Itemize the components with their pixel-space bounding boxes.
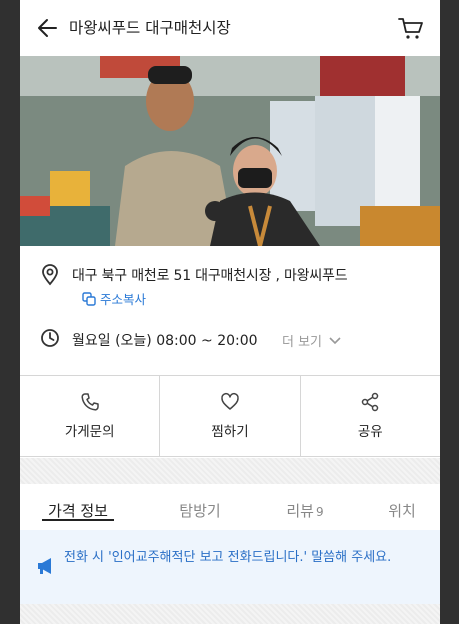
tab-visit-reviews-label: 탐방기 <box>179 502 221 520</box>
call-notice-text: 전화 시 '인어교주해적단 보고 전화드립니다.' 말씀해 주세요. <box>64 550 392 565</box>
megaphone-icon <box>38 558 51 574</box>
tab-location[interactable]: 위치 <box>382 486 422 521</box>
business-hours: 월요일 (오늘) 08:00 ~ 20:00 <box>72 333 258 349</box>
call-notice-banner: 전화 시 '인어교주해적단 보고 전화드립니다.' 말씀해 주세요. <box>20 530 440 604</box>
share-label: 공유 <box>357 424 383 440</box>
section-divider <box>20 458 440 484</box>
store-address: 대구 북구 매천로 51 대구매천시장 , 마왕씨푸드 <box>72 268 348 284</box>
share-button[interactable]: 공유 <box>301 376 440 456</box>
tab-price-info-label: 가격 정보 <box>48 502 108 520</box>
page-title: 마왕씨푸드 대구매천시장 <box>69 19 231 37</box>
bottom-divider <box>20 604 440 624</box>
more-hours-label: 더 보기 <box>282 335 323 350</box>
heart-icon <box>221 393 239 410</box>
favorite-label: 찜하기 <box>211 424 249 440</box>
tab-reviews-count: 9 <box>315 505 324 519</box>
copy-address-label: 주소복사 <box>100 292 147 307</box>
tab-reviews-label: 리뷰 <box>286 502 314 520</box>
tab-visit-reviews[interactable]: 탐방기 <box>170 486 230 521</box>
copy-address-button[interactable]: 주소복사 <box>82 289 146 308</box>
chevron-down-icon <box>329 336 341 344</box>
tab-location-label: 위치 <box>388 502 416 520</box>
phone-icon <box>81 393 99 411</box>
copy-icon <box>82 291 96 306</box>
store-detail-page: 마왕씨푸드 대구매천시장 대구 북구 매천로 51 대구매천시장 , 마왕씨푸드… <box>20 0 440 624</box>
store-photo <box>20 56 440 246</box>
tab-reviews[interactable]: 리뷰 9 <box>280 486 330 521</box>
top-app-bar: 마왕씨푸드 대구매천시장 <box>20 0 440 56</box>
detail-tabs: 가격 정보 탐방기 리뷰 9 위치 <box>20 486 440 530</box>
action-bar: 가게문의 찜하기 공유 <box>20 375 440 457</box>
business-hours-row: 월요일 (오늘) 08:00 ~ 20:00 더 보기 <box>40 327 430 353</box>
share-icon <box>362 392 379 412</box>
contact-store-button[interactable]: 가게문의 <box>20 376 161 456</box>
back-arrow-icon[interactable] <box>34 14 62 42</box>
right-backdrop <box>440 0 459 624</box>
location-pin-icon <box>42 264 58 286</box>
tab-price-info[interactable]: 가격 정보 <box>42 486 114 521</box>
more-hours-button[interactable]: 더 보기 <box>282 331 342 350</box>
left-backdrop <box>0 0 20 624</box>
clock-icon <box>41 329 59 347</box>
cart-icon[interactable] <box>396 13 426 43</box>
favorite-button[interactable]: 찜하기 <box>160 376 301 456</box>
contact-store-label: 가게문의 <box>64 424 115 440</box>
address-row: 대구 북구 매천로 51 대구매천시장 , 마왕씨푸드 <box>40 262 430 292</box>
